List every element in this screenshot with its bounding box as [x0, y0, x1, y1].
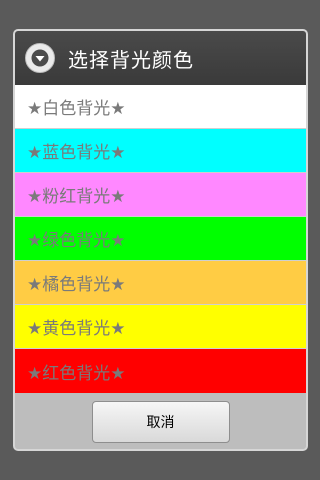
screen-dim-overlay: 选择背光颜色 ★白色背光★ ★蓝色背光★ ★粉红背光★ ★绿色背光★ ★橘色背光…	[0, 0, 320, 480]
color-option-green[interactable]: ★绿色背光★	[15, 217, 306, 261]
cancel-button[interactable]: 取消	[91, 400, 230, 443]
color-option-pink[interactable]: ★粉红背光★	[15, 173, 306, 217]
color-option-yellow[interactable]: ★黄色背光★	[15, 305, 306, 349]
color-option-orange[interactable]: ★橘色背光★	[15, 261, 306, 305]
color-option-list: ★白色背光★ ★蓝色背光★ ★粉红背光★ ★绿色背光★ ★橘色背光★ ★黄色背光…	[15, 85, 306, 393]
dropdown-circle-icon	[25, 43, 55, 73]
color-option-blue[interactable]: ★蓝色背光★	[15, 129, 306, 173]
dialog-button-bar: 取消	[15, 393, 306, 449]
color-option-red[interactable]: ★红色背光★	[15, 349, 306, 393]
backlight-color-dialog: 选择背光颜色 ★白色背光★ ★蓝色背光★ ★粉红背光★ ★绿色背光★ ★橘色背光…	[13, 29, 308, 451]
dialog-title-bar: 选择背光颜色	[15, 31, 306, 85]
dialog-title: 选择背光颜色	[68, 47, 194, 72]
color-option-white[interactable]: ★白色背光★	[15, 85, 306, 129]
